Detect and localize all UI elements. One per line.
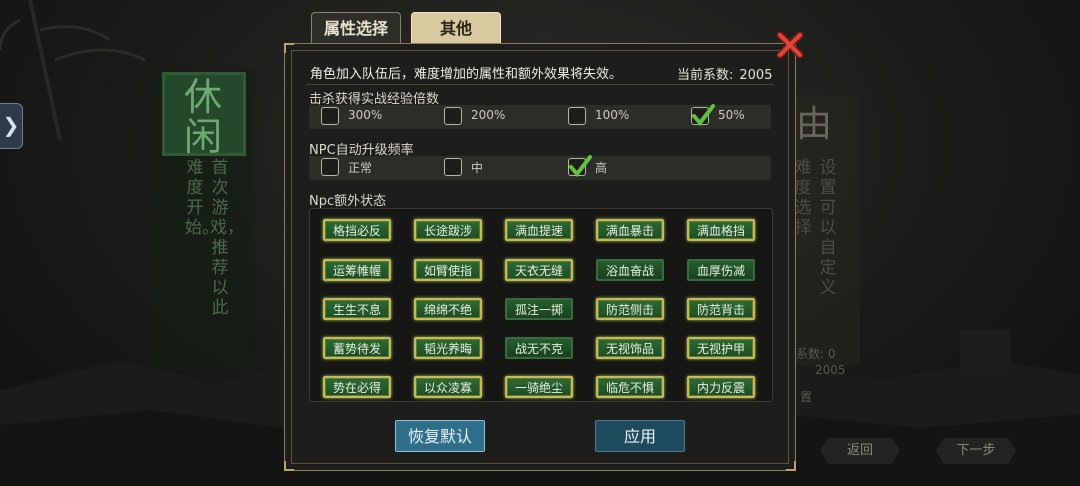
apply-button[interactable]: 应用 <box>595 420 685 452</box>
status-button[interactable]: 一骑绝尘 <box>505 376 573 398</box>
npc-status-label: Npc额外状态 <box>309 194 387 209</box>
status-button[interactable]: 防范背击 <box>687 298 755 320</box>
status-button[interactable]: 孤注一掷 <box>505 298 573 320</box>
checkbox[interactable] <box>321 158 339 176</box>
status-button[interactable]: 防范侧击 <box>596 298 664 320</box>
status-button[interactable]: 天衣无缝 <box>505 259 573 281</box>
status-button[interactable]: 势在必得 <box>323 376 391 398</box>
status-button[interactable]: 战无不克 <box>505 337 573 359</box>
checkmark-icon <box>692 104 715 127</box>
status-button[interactable]: 绵绵不绝 <box>414 298 482 320</box>
free-seal: 由 <box>796 104 833 145</box>
next-step-button[interactable]: 下一步 <box>936 438 1016 464</box>
side-expand-button[interactable]: ❯ <box>0 103 23 149</box>
status-button[interactable]: 满血暴击 <box>596 219 664 241</box>
checkmark-icon <box>569 155 592 178</box>
status-button[interactable]: 临危不惧 <box>596 376 664 398</box>
coefficient-display: 当前系数: 2005 <box>677 64 772 83</box>
checkbox[interactable] <box>444 158 462 176</box>
status-button[interactable]: 蓄势待发 <box>323 337 391 359</box>
checkbox-checked[interactable] <box>691 104 715 127</box>
reset-default-button[interactable]: 恢复默认 <box>395 420 485 452</box>
status-button[interactable]: 血厚伤减 <box>687 259 755 281</box>
status-button[interactable]: 生生不息 <box>323 298 391 320</box>
back-button[interactable]: 返回 <box>820 438 900 464</box>
status-button[interactable]: 韬光养晦 <box>414 337 482 359</box>
checkbox[interactable] <box>444 107 462 125</box>
divider <box>306 84 774 85</box>
casual-seal: 休闲 <box>162 72 246 157</box>
free-desc-col2: 设置可以自定义 <box>819 158 837 298</box>
tab-attribute-select[interactable]: 属性选择 <box>311 12 401 44</box>
coefficient-label: 当前系数: <box>677 68 734 83</box>
npc-status-panel: 格挡必反 长途跋涉 满血提速 满血暴击 满血格挡 运筹帷幄 如臂使指 天衣无缝 … <box>309 208 773 402</box>
checkbox-checked[interactable] <box>568 155 592 178</box>
status-button[interactable]: 浴血奋战 <box>596 259 664 281</box>
bamboo-decoration <box>0 0 146 140</box>
free-setting-button: 置 <box>800 390 813 404</box>
status-button[interactable]: 运筹帷幄 <box>323 259 391 281</box>
close-icon[interactable] <box>775 30 805 60</box>
casual-desc-col1: 难度开始。 <box>185 158 219 238</box>
free-desc-col1: 难度选择 <box>794 158 812 238</box>
status-button[interactable]: 如臂使指 <box>414 259 482 281</box>
status-button[interactable]: 以众凌寡 <box>414 376 482 398</box>
status-button[interactable]: 内力反震 <box>687 376 755 398</box>
status-button[interactable]: 满血提速 <box>505 219 573 241</box>
free-coef-line2: 2005 <box>815 363 846 377</box>
exp-multiplier-options: 300% 200% 100% 50% <box>309 104 771 129</box>
free-coef-line1: 系数: 0 <box>796 347 836 361</box>
npc-level-options: 正常 中 高 <box>309 155 771 180</box>
notice-text: 角色加入队伍后，难度增加的属性和额外效果将失效。 <box>310 67 623 82</box>
checkbox[interactable] <box>321 107 339 125</box>
checkbox[interactable] <box>568 107 586 125</box>
coefficient-value: 2005 <box>739 68 773 83</box>
status-button[interactable]: 无视饰品 <box>596 337 664 359</box>
tab-other[interactable]: 其他 <box>411 12 501 44</box>
status-button[interactable]: 格挡必反 <box>323 219 391 241</box>
casual-desc-col2: 首次游戏，推荐以此 <box>210 158 244 318</box>
status-button[interactable]: 长途跋涉 <box>414 219 482 241</box>
status-button[interactable]: 无视护甲 <box>687 337 755 359</box>
chevron-right-icon: ❯ <box>2 113 20 137</box>
status-button[interactable]: 满血格挡 <box>687 219 755 241</box>
